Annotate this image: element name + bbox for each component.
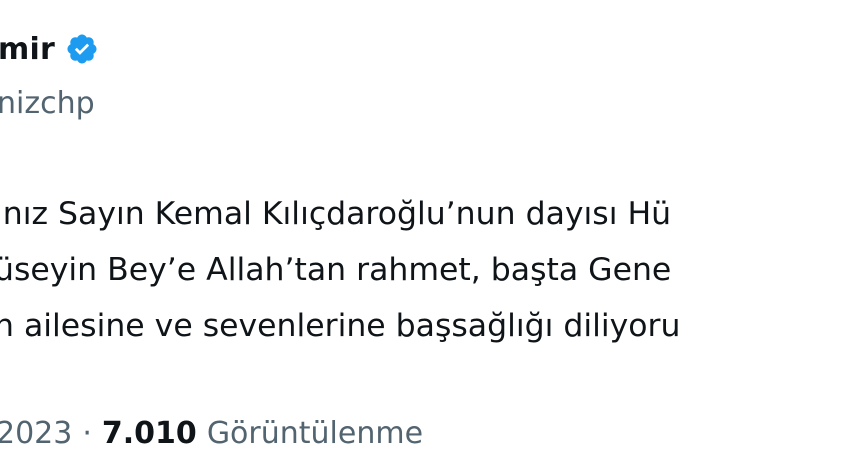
tweet-text: ınız Sayın Kemal Kılıçdaroğlu’nun dayısı…	[0, 186, 850, 354]
tweet-text-line: üseyin Bey’e Allah’tan rahmet, başta Gen…	[0, 252, 672, 288]
tweet-text-line: ınız Sayın Kemal Kılıçdaroğlu’nun dayısı…	[0, 196, 672, 232]
author-name-row[interactable]: mir	[0, 26, 99, 72]
author-handle[interactable]: nizchp	[0, 86, 95, 121]
tweet-card: mir nizchp ınız Sayın Kemal Kılıçdaroğlu…	[0, 0, 850, 450]
tweet-meta-row: 2023 · 7.010 Görüntülenme	[0, 416, 423, 450]
author-display-name[interactable]: mir	[0, 32, 55, 67]
tweet-text-line: n ailesine ve sevenlerine başsağlığı dil…	[0, 308, 681, 344]
meta-separator: ·	[82, 416, 92, 450]
tweet-date[interactable]: 2023	[0, 416, 72, 450]
verified-badge-icon	[67, 34, 97, 64]
views-label: Görüntülenme	[206, 416, 424, 450]
views-count: 7.010	[101, 416, 197, 450]
